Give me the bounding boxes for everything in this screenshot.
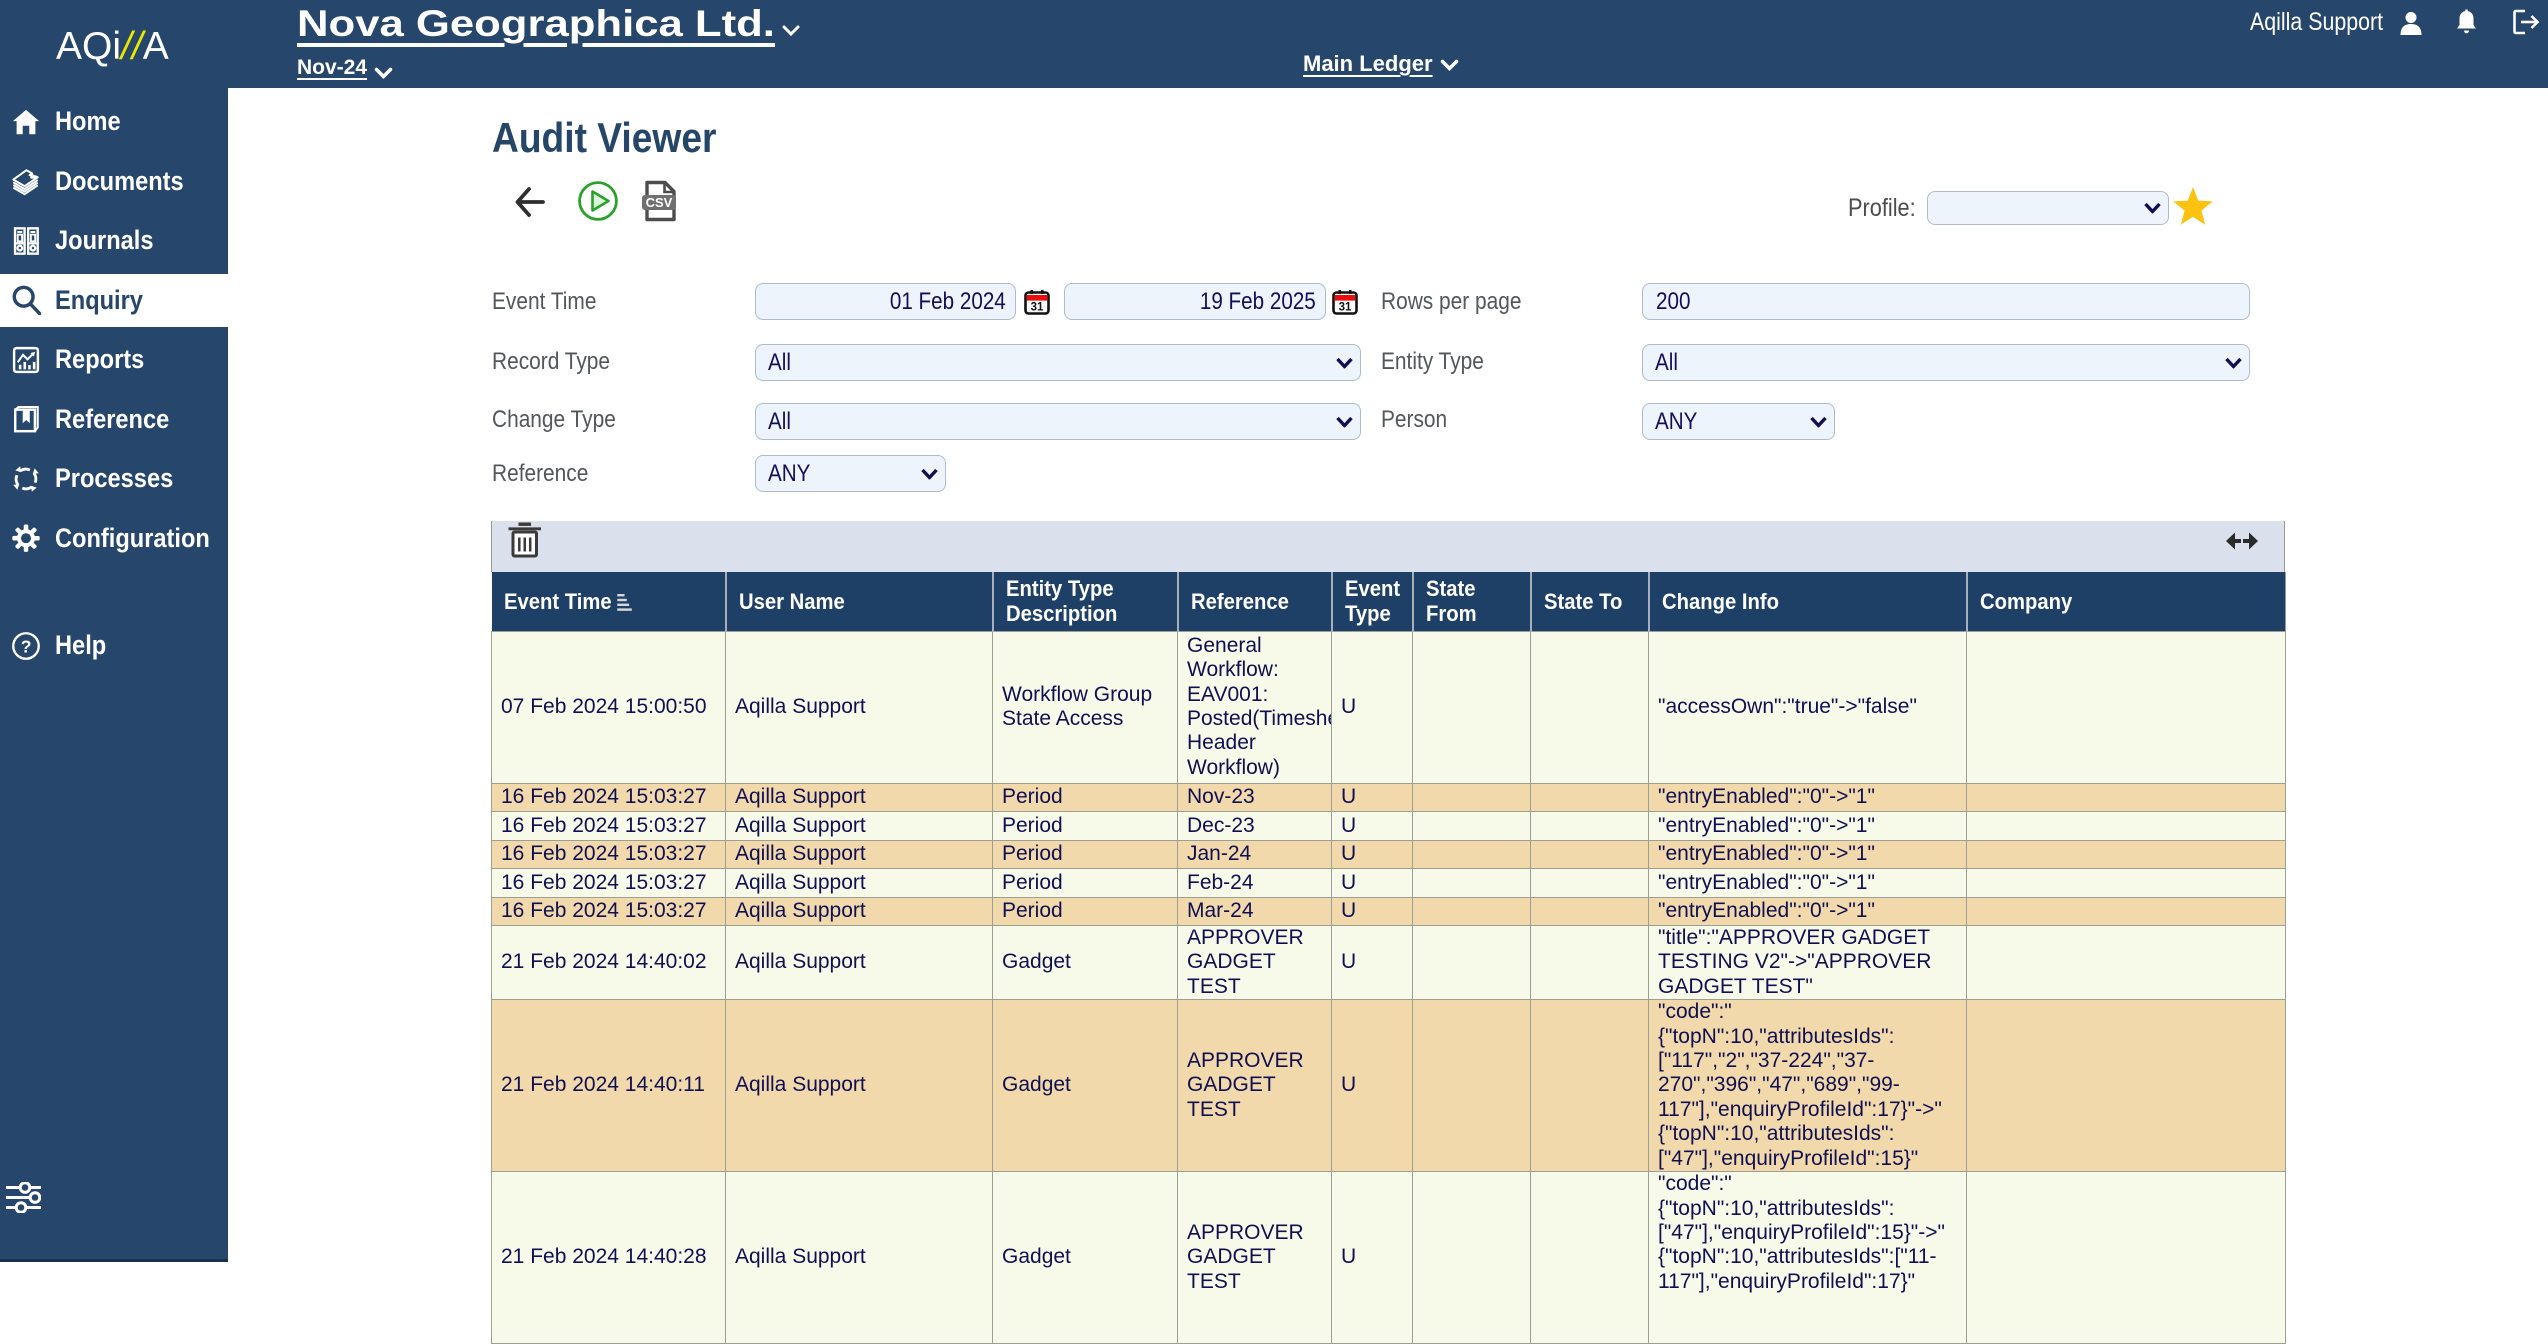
svg-text:31: 31	[1031, 302, 1044, 314]
svg-text:?: ?	[21, 636, 32, 656]
svg-text:31: 31	[1339, 302, 1352, 314]
svg-text:CSV: CSV	[646, 195, 673, 210]
